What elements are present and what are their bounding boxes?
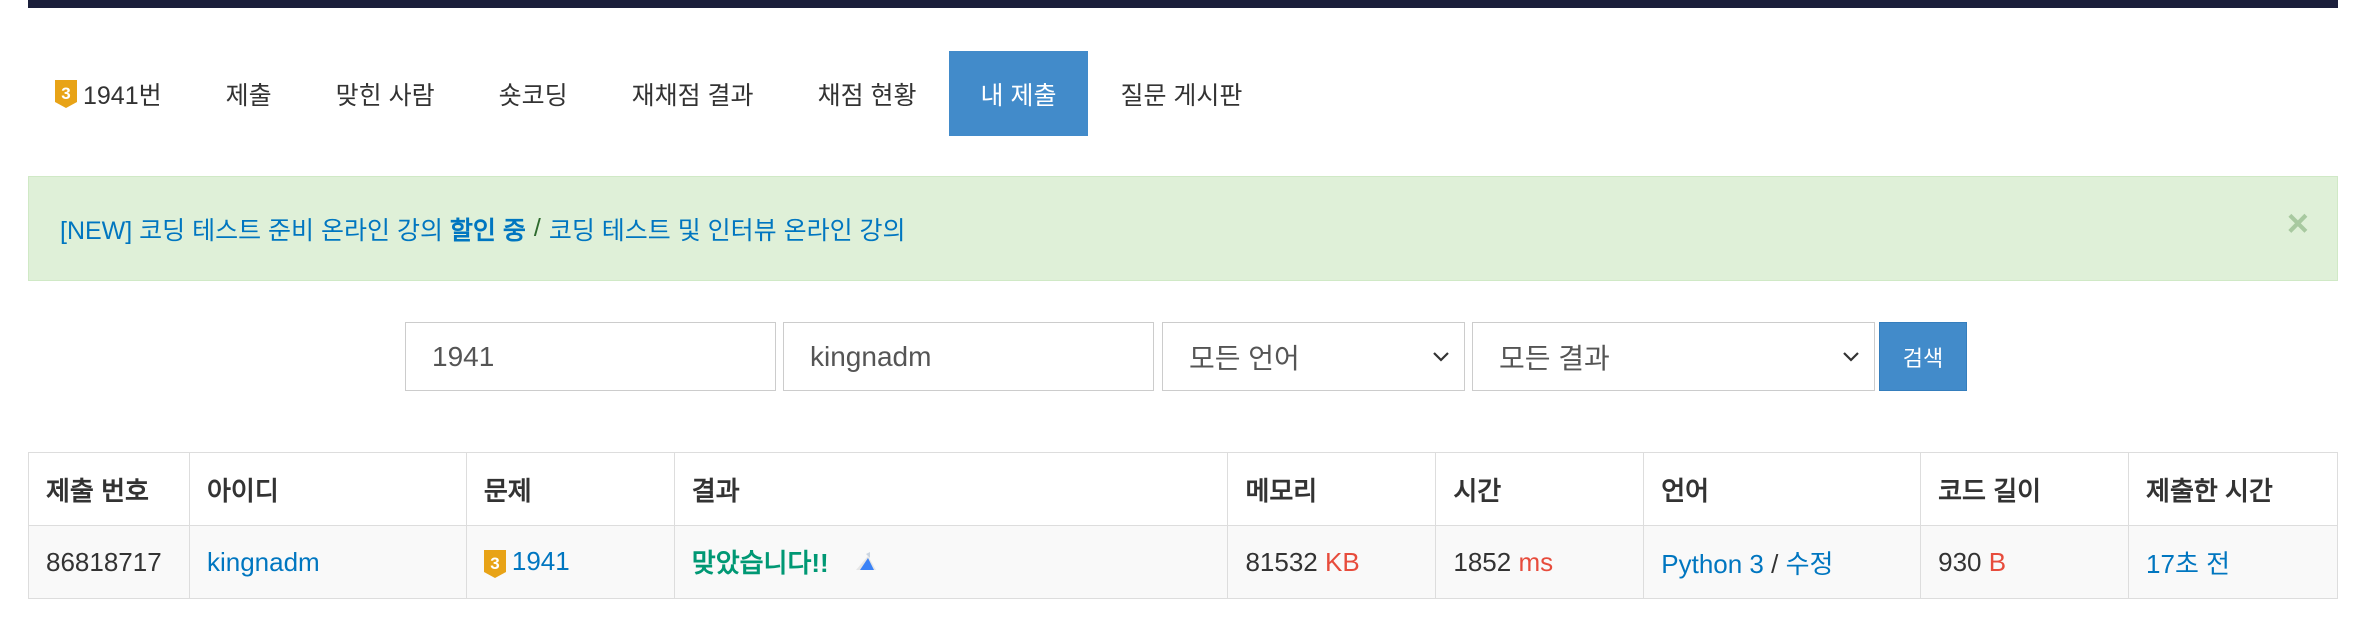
- search-button[interactable]: 검색: [1879, 322, 1967, 391]
- language-link[interactable]: Python 3: [1661, 549, 1764, 579]
- tab-judge-status[interactable]: 채점 현황: [786, 51, 949, 136]
- promo-link-prep[interactable]: [NEW] 코딩 테스트 준비 온라인 강의 할인 중: [60, 211, 526, 247]
- result-accepted: 맞았습니다!!: [691, 548, 829, 579]
- header-memory: 메모리: [1227, 452, 1437, 526]
- table-row: 86818717 kingnadm 3 1941 맞았습니다!! 81532 K…: [28, 525, 2338, 599]
- tab-problem[interactable]: 3 1941번: [40, 51, 194, 136]
- language-separator: /: [1771, 548, 1779, 579]
- close-icon[interactable]: ×: [2287, 205, 2309, 243]
- promo-link-interview[interactable]: 코딩 테스트 및 인터뷰 온라인 강의: [549, 211, 906, 247]
- tab-question-board[interactable]: 질문 게시판: [1088, 51, 1274, 136]
- tab-solved-users[interactable]: 맞힌 사람: [304, 51, 467, 136]
- cell-language: Python 3 / 수정: [1643, 525, 1922, 599]
- header-problem: 문제: [465, 452, 675, 526]
- user-id-input[interactable]: kingnadm: [783, 322, 1154, 391]
- promo-separator: /: [533, 214, 541, 242]
- header-submission-id: 제출 번호: [28, 452, 190, 526]
- gold-tier-icon: 3: [55, 79, 77, 108]
- cell-user: kingnadm: [188, 525, 467, 599]
- cell-problem: 3 1941: [465, 525, 675, 599]
- problem-link[interactable]: 1941: [512, 546, 570, 576]
- promo-alert: [NEW] 코딩 테스트 준비 온라인 강의 할인 중 / 코딩 테스트 및 인…: [28, 176, 2338, 281]
- cell-result: 맞았습니다!!: [673, 525, 1229, 599]
- tab-problem-label: 1941번: [83, 81, 162, 110]
- cell-time: 1852 ms: [1435, 525, 1645, 599]
- header-code-length: 코드 길이: [1920, 452, 2130, 526]
- cell-code-length: 930 B: [1920, 525, 2130, 599]
- table-header-row: 제출 번호 아이디 문제 결과 메모리 시간 언어 코드 길이 제출한 시간: [28, 452, 2338, 526]
- header-language: 언어: [1643, 452, 1922, 526]
- header-result: 결과: [673, 452, 1229, 526]
- cell-submitted-time: 17초 전: [2128, 525, 2338, 599]
- header-user: 아이디: [188, 452, 467, 526]
- language-select[interactable]: 모든 언어: [1162, 322, 1465, 391]
- user-link[interactable]: kingnadm: [207, 547, 320, 577]
- edit-link[interactable]: 수정: [1786, 549, 1834, 579]
- submission-table: 제출 번호 아이디 문제 결과 메모리 시간 언어 코드 길이 제출한 시간 8…: [28, 452, 2338, 599]
- tab-my-submissions[interactable]: 내 제출: [948, 51, 1089, 136]
- share-triangle-icon[interactable]: [854, 550, 880, 581]
- chevron-down-icon: [1843, 352, 1859, 362]
- result-select[interactable]: 모든 결과: [1472, 322, 1875, 391]
- code-length-unit: B: [1988, 546, 2007, 577]
- submitted-time-link[interactable]: 17초 전: [2146, 549, 2230, 579]
- chevron-down-icon: [1433, 352, 1449, 362]
- time-unit: ms: [1518, 546, 1554, 577]
- cell-memory: 81532 KB: [1227, 525, 1437, 599]
- problem-tabs: 3 1941번 제출 맞힌 사람 숏코딩 재채점 결과 채점 현황 내 제출 질…: [40, 51, 1274, 136]
- svg-text:3: 3: [61, 84, 70, 103]
- top-navbar-strip: [28, 0, 2338, 8]
- memory-unit: KB: [1324, 546, 1360, 577]
- gold-tier-icon: 3: [483, 549, 506, 578]
- tab-submit[interactable]: 제출: [194, 51, 304, 136]
- tab-rejudge-results[interactable]: 재채점 결과: [600, 51, 786, 136]
- problem-id-input[interactable]: 1941: [405, 322, 776, 391]
- tab-short-coding[interactable]: 숏코딩: [467, 51, 600, 136]
- svg-text:3: 3: [490, 554, 499, 573]
- header-time: 시간: [1435, 452, 1645, 526]
- header-submitted-time: 제출한 시간: [2128, 452, 2338, 526]
- cell-submission-id: 86818717: [28, 525, 190, 599]
